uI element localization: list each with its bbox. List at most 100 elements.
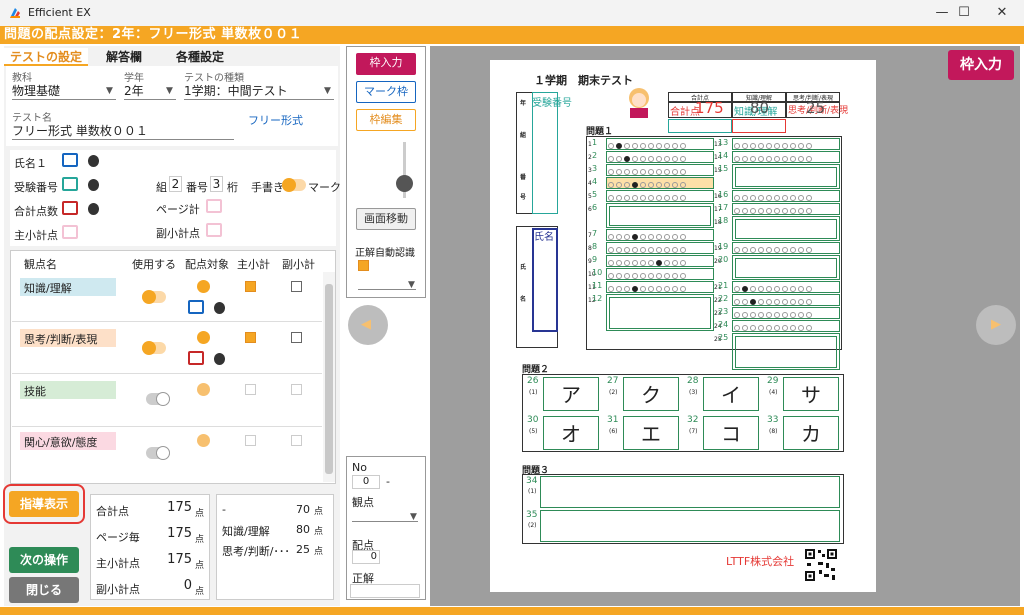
mark-bubble[interactable] <box>680 273 686 279</box>
name-frame[interactable] <box>532 228 558 332</box>
mark-bubble[interactable] <box>798 299 804 305</box>
mark-bubble[interactable] <box>632 143 638 149</box>
trash-icon[interactable] <box>88 155 99 167</box>
screen-move-button[interactable]: 画面移動 <box>356 208 416 230</box>
mark-bubble[interactable] <box>758 156 764 162</box>
mark-bubble[interactable] <box>734 312 740 318</box>
answer-frame[interactable] <box>606 203 714 228</box>
mark-bubble[interactable] <box>790 156 796 162</box>
mark-bubble[interactable] <box>656 260 662 266</box>
mark-bubble[interactable] <box>774 299 780 305</box>
exam-no-frame[interactable] <box>532 92 558 214</box>
mark-bubble[interactable] <box>750 325 756 331</box>
trash-icon[interactable] <box>214 302 225 314</box>
sub-subtotal-checkbox[interactable] <box>291 435 302 446</box>
answer-frame[interactable] <box>606 255 714 267</box>
use-toggle[interactable] <box>146 446 170 460</box>
answer-frame[interactable]: カ <box>783 416 839 450</box>
link-icon[interactable] <box>206 223 222 237</box>
mark-bubble[interactable] <box>640 247 646 253</box>
frame-input-top-button[interactable]: 枠入力 <box>948 50 1014 80</box>
mark-bubble[interactable] <box>782 247 788 253</box>
answer-frame[interactable] <box>606 294 714 331</box>
mark-bubble[interactable] <box>782 312 788 318</box>
sub-subtotal-checkbox[interactable] <box>291 332 302 343</box>
target-dot-icon[interactable] <box>197 280 210 293</box>
trash-icon[interactable] <box>88 203 99 215</box>
mark-bubble[interactable] <box>758 143 764 149</box>
tab-various-settings[interactable]: 各種設定 <box>170 48 230 66</box>
no-input[interactable]: 0 <box>352 475 380 489</box>
auto-recognize-checkbox[interactable] <box>358 260 369 271</box>
mark-bubble[interactable] <box>806 143 812 149</box>
mark-bubble[interactable] <box>782 208 788 214</box>
use-toggle[interactable] <box>142 290 166 304</box>
mark-bubble[interactable] <box>608 156 614 162</box>
viewpoint-select[interactable] <box>352 508 418 522</box>
mark-bubble[interactable] <box>774 143 780 149</box>
mark-bubble[interactable] <box>790 299 796 305</box>
mark-bubble[interactable] <box>734 299 740 305</box>
mark-bubble[interactable] <box>750 286 756 292</box>
answer-input[interactable] <box>350 584 420 598</box>
mark-bubble[interactable] <box>672 169 678 175</box>
mark-bubble[interactable] <box>632 247 638 253</box>
inner-frame[interactable] <box>735 219 837 239</box>
answer-frame[interactable] <box>732 333 840 370</box>
number-input[interactable]: 3 <box>210 176 223 192</box>
mark-bubble[interactable] <box>608 195 614 201</box>
mark-bubble[interactable] <box>672 260 678 266</box>
handwrite-mark-toggle[interactable] <box>282 178 306 192</box>
target-dot-icon[interactable] <box>197 383 210 396</box>
mark-bubble[interactable] <box>758 286 764 292</box>
next-action-button[interactable]: 次の操作 <box>9 547 79 573</box>
target-dot-icon[interactable] <box>197 331 210 344</box>
format-link[interactable]: フリー形式 <box>248 112 303 128</box>
mark-bubble[interactable] <box>750 208 756 214</box>
mark-bubble[interactable] <box>680 247 686 253</box>
mark-bubble[interactable] <box>798 312 804 318</box>
answer-frame[interactable]: サ <box>783 377 839 411</box>
answer-frame[interactable]: ク <box>623 377 679 411</box>
mark-bubble[interactable] <box>640 273 646 279</box>
trash-icon[interactable] <box>214 353 225 365</box>
mark-bubble[interactable] <box>656 195 662 201</box>
mark-bubble[interactable] <box>672 286 678 292</box>
mark-bubble[interactable] <box>632 169 638 175</box>
mark-bubble[interactable] <box>608 182 614 188</box>
mark-bubble[interactable] <box>624 143 630 149</box>
mark-bubble[interactable] <box>798 286 804 292</box>
mark-bubble[interactable] <box>782 195 788 201</box>
mark-bubble[interactable] <box>782 156 788 162</box>
mark-bubble[interactable] <box>774 247 780 253</box>
mark-bubble[interactable] <box>742 247 748 253</box>
zoom-slider-thumb[interactable] <box>396 175 413 192</box>
frame-input-button[interactable]: 枠入力 <box>356 53 416 75</box>
answer-frame[interactable] <box>606 229 714 241</box>
mark-bubble[interactable] <box>632 273 638 279</box>
mark-bubble[interactable] <box>664 286 670 292</box>
mark-bubble[interactable] <box>680 260 686 266</box>
mark-bubble[interactable] <box>790 325 796 331</box>
main-subtotal-checkbox[interactable] <box>245 332 256 343</box>
mark-bubble[interactable] <box>758 299 764 305</box>
mark-bubble[interactable] <box>680 195 686 201</box>
mark-bubble[interactable] <box>640 286 646 292</box>
main-subtotal-checkbox[interactable] <box>245 435 256 446</box>
answer-frame[interactable] <box>732 281 840 293</box>
table-scrollbar[interactable] <box>323 272 335 482</box>
answer-frame[interactable] <box>732 190 840 202</box>
mark-bubble[interactable] <box>616 169 622 175</box>
inner-frame[interactable] <box>609 206 711 226</box>
mark-bubble[interactable] <box>608 286 614 292</box>
answer-frame[interactable] <box>732 203 840 215</box>
mark-bubble[interactable] <box>640 169 646 175</box>
frame-edit-button[interactable]: 枠編集 <box>356 109 416 131</box>
mark-bubble[interactable] <box>742 208 748 214</box>
mark-bubble[interactable] <box>806 247 812 253</box>
mark-bubble[interactable] <box>624 286 630 292</box>
mark-bubble[interactable] <box>640 182 646 188</box>
mark-bubble[interactable] <box>806 312 812 318</box>
link-icon[interactable] <box>206 199 222 213</box>
mark-bubble[interactable] <box>758 208 764 214</box>
